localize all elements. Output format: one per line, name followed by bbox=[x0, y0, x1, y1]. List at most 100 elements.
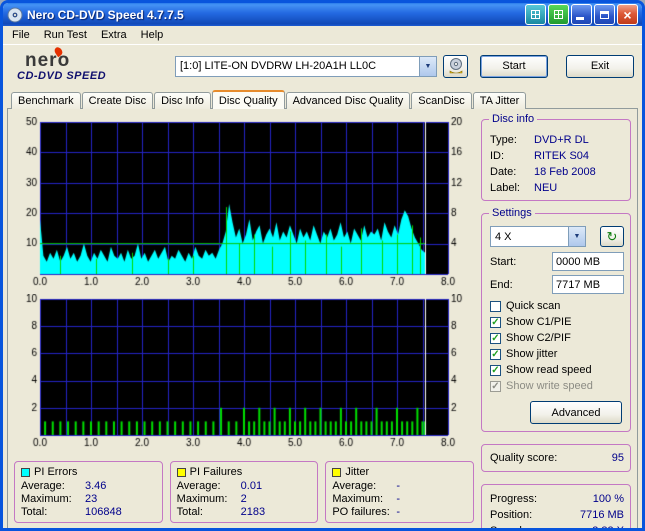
logo-text: nero bbox=[25, 49, 71, 71]
settings-group: Settings 4 X ▼ ↻ Start: End: Quick scan ✓ bbox=[481, 207, 631, 432]
stat-value: - bbox=[396, 493, 401, 505]
field-label: Speed: bbox=[490, 525, 525, 531]
title-bar[interactable]: Nero CD-DVD Speed 4.7.7.5 × bbox=[3, 3, 642, 26]
stat-row: Average: 0.01 bbox=[177, 480, 314, 493]
advanced-button[interactable]: Advanced bbox=[530, 401, 622, 424]
stat-row: Maximum: 23 bbox=[21, 493, 158, 506]
checkbox-label: Show C2/PIF bbox=[506, 332, 571, 344]
minimize-button[interactable] bbox=[571, 4, 592, 25]
maximize-icon bbox=[600, 10, 609, 19]
stat-label: Maximum: bbox=[332, 493, 384, 505]
field-value: DVD+R DL bbox=[534, 134, 589, 146]
disc-quality-page: PI Errors Average: 3.46 Maximum: 23 Total: 106… bbox=[7, 108, 638, 531]
stat-panel-title: Jitter bbox=[332, 466, 469, 478]
disc-info-group: Disc info Type: DVD+R DL ID: RITEK S04 Date:… bbox=[481, 113, 631, 201]
field-value: 18 Feb 2008 bbox=[534, 166, 596, 178]
start-field-label: Start: bbox=[490, 255, 517, 268]
stat-label: Average: bbox=[332, 480, 377, 492]
start-button[interactable]: Start bbox=[480, 54, 548, 78]
field-row: Date: 18 Feb 2008 bbox=[490, 164, 624, 180]
field-row: Position: 7716 MB bbox=[490, 507, 624, 523]
menu-run-test[interactable]: Run Test bbox=[37, 27, 94, 43]
menu-bar: File Run Test Extra Help bbox=[3, 26, 642, 45]
menu-file[interactable]: File bbox=[5, 27, 37, 43]
checkbox-show-jitter[interactable]: ✓ Show jitter bbox=[490, 346, 624, 362]
checkbox-box-icon[interactable]: ✓ bbox=[490, 332, 501, 344]
checkbox-show-c2-pif[interactable]: ✓ Show C2/PIF bbox=[490, 330, 624, 346]
app-window: Nero CD-DVD Speed 4.7.7.5 × File Run Test… bbox=[0, 0, 645, 531]
app-disc-icon bbox=[7, 7, 23, 23]
field-label: Label: bbox=[490, 182, 520, 194]
checkbox-box-icon[interactable]: ✓ bbox=[490, 316, 501, 328]
dropdown-arrow-icon[interactable]: ▼ bbox=[568, 227, 585, 246]
stat-value: - bbox=[396, 480, 401, 492]
checkbox-quick-scan[interactable]: Quick scan bbox=[490, 298, 624, 314]
drive-select[interactable]: [1:0] LITE-ON DVDRW LH-20A1H LL0C ▼ bbox=[175, 55, 437, 77]
stat-value: 3.46 bbox=[85, 480, 107, 492]
refresh-speeds-button[interactable]: ↻ bbox=[600, 226, 624, 247]
checkbox-box-icon[interactable] bbox=[490, 300, 501, 312]
stat-value: 23 bbox=[85, 493, 98, 505]
checkbox-label: Show C1/PIE bbox=[506, 316, 572, 328]
titlebar-buttons: × bbox=[525, 4, 638, 25]
tab-benchmark[interactable]: Benchmark bbox=[11, 92, 81, 109]
quality-score-value: 95 bbox=[611, 452, 624, 464]
tab-scandisc[interactable]: ScanDisc bbox=[411, 92, 472, 109]
stats-row: PI Errors Average: 3.46 Maximum: 23 Total: 106… bbox=[14, 461, 475, 523]
field-row: Speed: 3.83 X bbox=[490, 523, 624, 531]
titlebar-extra-button-1[interactable] bbox=[525, 4, 546, 25]
field-label: Progress: bbox=[490, 493, 538, 505]
checkbox-label: Show jitter bbox=[506, 348, 558, 360]
end-input[interactable] bbox=[552, 275, 624, 294]
tab-create-disc[interactable]: Create Disc bbox=[81, 92, 154, 109]
maximize-button[interactable] bbox=[594, 4, 615, 25]
stat-value: 2183 bbox=[240, 506, 266, 518]
tab-strip: Benchmark Create Disc Disc Info Disc Qualit… bbox=[3, 89, 642, 109]
disc-tray-button[interactable] bbox=[443, 54, 468, 78]
stat-label: Total: bbox=[176, 506, 203, 518]
close-icon: × bbox=[623, 6, 632, 23]
stat-value: 2 bbox=[240, 493, 247, 505]
menu-extra[interactable]: Extra bbox=[94, 27, 134, 43]
start-field-row: Start: bbox=[490, 252, 624, 271]
menu-help[interactable]: Help bbox=[134, 27, 171, 43]
exit-button[interactable]: Exit bbox=[566, 54, 634, 78]
speed-select[interactable]: 4 X ▼ bbox=[490, 226, 586, 247]
tab-disc-quality[interactable]: Disc Quality bbox=[211, 90, 285, 109]
stat-panel-pi-errors: PI Errors Average: 3.46 Maximum: 23 Total: 106… bbox=[14, 461, 163, 523]
stat-panel-title-text: Jitter bbox=[345, 466, 370, 478]
progress-rows: Progress: 100 % Position: 7716 MB Speed: 3.83… bbox=[490, 491, 624, 531]
stat-panel-title: PI Failures bbox=[176, 466, 314, 478]
series-color-swatch bbox=[21, 467, 30, 477]
stat-label: Maximum: bbox=[176, 493, 228, 505]
disc-info-title: Disc info bbox=[489, 113, 538, 125]
series-color-swatch bbox=[176, 467, 186, 477]
checkbox-box-icon[interactable]: ✓ bbox=[490, 364, 501, 376]
checkbox-show-read-speed[interactable]: ✓ Show read speed bbox=[490, 362, 624, 378]
grid-icon bbox=[531, 10, 540, 19]
start-input[interactable] bbox=[552, 252, 624, 271]
stat-label: PO failures: bbox=[332, 506, 390, 518]
titlebar-extra-button-2[interactable] bbox=[548, 4, 569, 25]
dropdown-arrow-icon[interactable]: ▼ bbox=[419, 56, 436, 76]
quality-score-group: Quality score: 95 bbox=[481, 444, 631, 472]
checkbox-show-c1-pie[interactable]: ✓ Show C1/PIE bbox=[490, 314, 624, 330]
tab-ta-jitter[interactable]: TA Jitter bbox=[472, 92, 527, 109]
stat-panel-title: PI Errors bbox=[21, 466, 158, 478]
scan-options: Quick scan ✓ Show C1/PIE ✓ Show C2/PIF ✓ Show … bbox=[490, 298, 624, 394]
speed-row: 4 X ▼ ↻ bbox=[490, 226, 624, 247]
series-color-swatch bbox=[332, 467, 342, 477]
stat-panel-pi-failures: PI Failures Average: 0.01 Maximum: 2 Total: 21… bbox=[169, 461, 319, 523]
sidebar: Disc info Type: DVD+R DL ID: RITEK S04 Date:… bbox=[481, 113, 631, 531]
tab-advanced-disc-quality[interactable]: Advanced Disc Quality bbox=[285, 92, 411, 109]
close-button[interactable]: × bbox=[617, 4, 638, 25]
checkbox-box-icon[interactable]: ✓ bbox=[490, 348, 501, 360]
pi-errors-chart bbox=[14, 117, 474, 289]
toolbar: nero CD-DVD SPEED [1:0] LITE-ON DVDRW LH… bbox=[3, 45, 642, 89]
stat-row: Maximum: - bbox=[332, 493, 469, 506]
stat-label: Total: bbox=[21, 506, 48, 518]
stat-row: Average: - bbox=[332, 480, 469, 493]
logo-subtext: CD-DVD SPEED bbox=[17, 69, 107, 82]
stat-label: Maximum: bbox=[21, 493, 72, 505]
tab-disc-info[interactable]: Disc Info bbox=[154, 92, 211, 109]
